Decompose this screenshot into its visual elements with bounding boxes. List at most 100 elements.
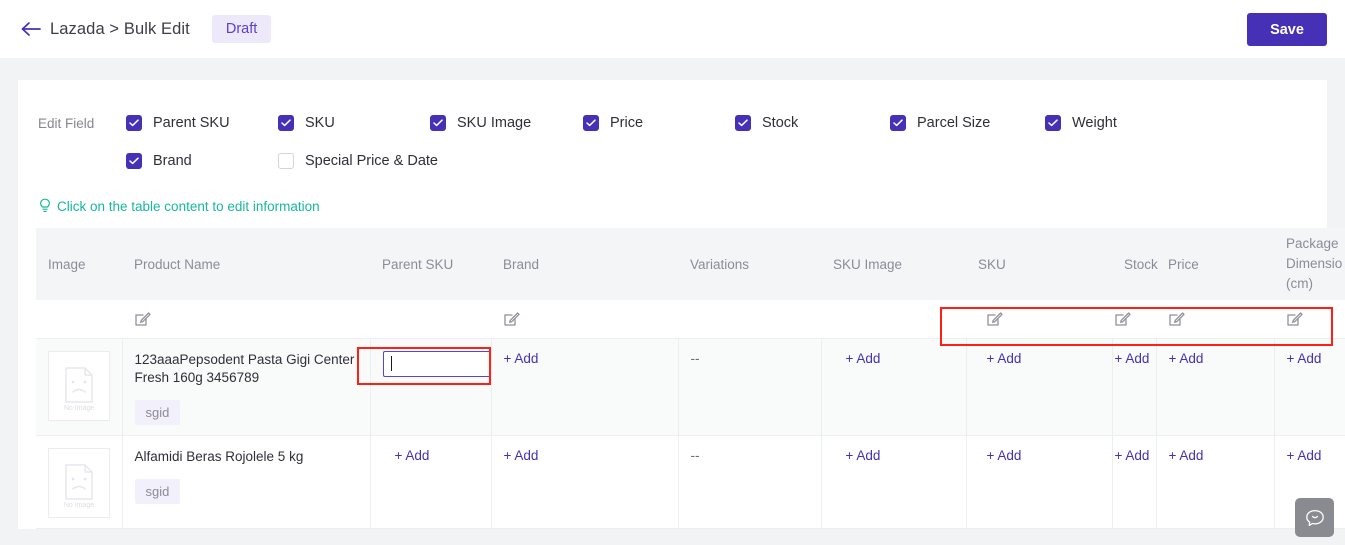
add-package-link[interactable]: + Add xyxy=(1287,448,1322,463)
checkbox-brand[interactable]: Brand xyxy=(126,153,278,169)
th-price: Price xyxy=(1156,228,1274,300)
th-product-name: Product Name xyxy=(122,228,370,300)
edit-field-label: Edit Field xyxy=(38,115,95,131)
no-image-text: No Image xyxy=(64,502,94,509)
checkbox-label-brand: Brand xyxy=(153,153,192,169)
edit-field-section: Edit Field Parent SKU SKU SKU Image Pric… xyxy=(18,80,1327,176)
bulk-edit-icon-row xyxy=(36,300,1345,339)
row-price-cell[interactable]: + Add xyxy=(1156,338,1275,436)
add-sku-image-link[interactable]: + Add xyxy=(846,351,881,366)
bulk-edit-variations-cell xyxy=(678,300,821,339)
add-stock-link[interactable]: + Add xyxy=(1115,351,1150,366)
th-sku: SKU xyxy=(966,228,1112,300)
row-image-cell: No Image xyxy=(36,338,123,436)
checkbox-special-price-date[interactable]: Special Price & Date xyxy=(278,153,438,169)
checkbox-label-parcel-size: Parcel Size xyxy=(917,115,991,131)
table-row: No Image 123aaaPepsodent Pasta Gigi Cent… xyxy=(36,338,1345,436)
edit-field-row-1: Edit Field Parent SKU SKU SKU Image Pric… xyxy=(38,108,1327,138)
th-package-line2: Dimensio xyxy=(1286,256,1343,271)
add-brand-link[interactable]: + Add xyxy=(504,448,539,463)
row-sku-image-cell[interactable]: + Add xyxy=(821,435,967,529)
lightbulb-icon xyxy=(38,198,57,214)
checkbox-box-brand[interactable] xyxy=(126,153,142,169)
checkbox-parcel-size[interactable]: Parcel Size xyxy=(890,115,1045,131)
edit-pencil-icon[interactable] xyxy=(1168,310,1185,327)
parent-sku-input[interactable] xyxy=(382,350,493,377)
checkbox-box-weight[interactable] xyxy=(1045,115,1061,131)
checkbox-label-weight: Weight xyxy=(1072,115,1117,131)
edit-pencil-icon[interactable] xyxy=(1114,310,1131,327)
add-parent-sku-link[interactable]: + Add xyxy=(395,448,430,463)
add-brand-link[interactable]: + Add xyxy=(504,351,539,366)
row-parent-sku-cell[interactable]: + Add xyxy=(370,435,492,529)
chat-bubble-icon[interactable] xyxy=(1295,498,1334,537)
bulk-edit-sku-cell[interactable] xyxy=(966,300,1112,339)
add-package-link[interactable]: + Add xyxy=(1287,351,1322,366)
checkbox-box-sku[interactable] xyxy=(278,115,294,131)
edit-pencil-icon[interactable] xyxy=(503,310,520,327)
checkbox-box-sku-image[interactable] xyxy=(430,115,446,131)
checkbox-sku-image[interactable]: SKU Image xyxy=(430,115,583,131)
bulk-edit-stock-cell[interactable] xyxy=(1112,300,1156,339)
add-sku-image-link[interactable]: + Add xyxy=(846,448,881,463)
checkbox-sku[interactable]: SKU xyxy=(278,115,430,131)
checkbox-box-special-price-date[interactable] xyxy=(278,153,294,169)
row-package-cell[interactable]: + Add xyxy=(1274,338,1345,436)
table-row: No Image Alfamidi Beras Rojolele 5 kg sg… xyxy=(36,435,1345,529)
row-variations-cell: -- xyxy=(678,435,822,529)
checkbox-price[interactable]: Price xyxy=(583,115,735,131)
products-table-wrap: Image Product Name Parent SKU Brand Vari… xyxy=(18,228,1345,529)
variations-value: -- xyxy=(690,447,700,463)
save-button[interactable]: Save xyxy=(1247,13,1327,46)
row-sku-image-cell[interactable]: + Add xyxy=(821,338,967,436)
checkbox-box-price[interactable] xyxy=(583,115,599,131)
bulk-edit-package-cell[interactable] xyxy=(1274,300,1345,339)
add-stock-link[interactable]: + Add xyxy=(1115,448,1150,463)
bulk-edit-card: Edit Field Parent SKU SKU SKU Image Pric… xyxy=(18,80,1345,529)
row-stock-cell[interactable]: + Add xyxy=(1112,338,1157,436)
row-price-cell[interactable]: + Add xyxy=(1156,435,1275,529)
row-brand-cell[interactable]: + Add xyxy=(491,435,679,529)
edit-hint: Click on the table content to edit infor… xyxy=(38,198,1327,214)
bulk-edit-product-name-cell[interactable] xyxy=(122,300,370,339)
bulk-edit-brand-cell[interactable] xyxy=(491,300,678,339)
checkbox-box-parent-sku[interactable] xyxy=(126,115,142,131)
bulk-edit-price-cell[interactable] xyxy=(1156,300,1274,339)
checkbox-label-special-price-date: Special Price & Date xyxy=(305,153,438,169)
row-brand-cell[interactable]: + Add xyxy=(491,338,679,436)
checkbox-parent-sku[interactable]: Parent SKU xyxy=(126,115,278,131)
add-price-link[interactable]: + Add xyxy=(1169,448,1204,463)
back-arrow-icon[interactable] xyxy=(18,16,44,42)
th-package-line1: Package xyxy=(1286,236,1339,251)
bulk-edit-parent-sku-cell xyxy=(370,300,491,339)
row-parent-sku-cell[interactable] xyxy=(370,338,493,436)
edit-pencil-icon[interactable] xyxy=(134,310,151,327)
row-sku-cell[interactable]: + Add xyxy=(966,338,1113,436)
add-price-link[interactable]: + Add xyxy=(1169,351,1204,366)
checkbox-label-parent-sku: Parent SKU xyxy=(153,115,230,131)
checkbox-box-parcel-size[interactable] xyxy=(890,115,906,131)
edit-pencil-icon[interactable] xyxy=(1286,310,1303,327)
edit-pencil-icon[interactable] xyxy=(986,310,1003,327)
add-sku-link[interactable]: + Add xyxy=(987,448,1022,463)
th-parent-sku: Parent SKU xyxy=(370,228,491,300)
status-badge: Draft xyxy=(211,15,272,43)
row-product-name-cell[interactable]: 123aaaPepsodent Pasta Gigi Center Fresh … xyxy=(122,338,371,436)
breadcrumb: Lazada > Bulk Edit xyxy=(50,19,190,38)
no-image-text: No Image xyxy=(64,405,94,412)
row-stock-cell[interactable]: + Add xyxy=(1112,435,1157,529)
checkbox-label-sku: SKU xyxy=(305,115,335,131)
row-product-name-cell[interactable]: Alfamidi Beras Rojolele 5 kg sgid xyxy=(122,435,371,529)
add-sku-link[interactable]: + Add xyxy=(987,351,1022,366)
product-name: 123aaaPepsodent Pasta Gigi Center Fresh … xyxy=(134,351,355,385)
th-stock: Stock xyxy=(1112,228,1158,300)
checkbox-stock[interactable]: Stock xyxy=(735,115,890,131)
sgid-tag: sgid xyxy=(134,399,181,425)
checkbox-label-stock: Stock xyxy=(762,115,799,131)
checkbox-weight[interactable]: Weight xyxy=(1045,115,1117,131)
checkbox-box-stock[interactable] xyxy=(735,115,751,131)
row-sku-cell[interactable]: + Add xyxy=(966,435,1113,529)
variations-value: -- xyxy=(690,350,700,366)
bulk-edit-image-cell xyxy=(36,300,122,339)
th-sku-image: SKU Image xyxy=(821,228,966,300)
